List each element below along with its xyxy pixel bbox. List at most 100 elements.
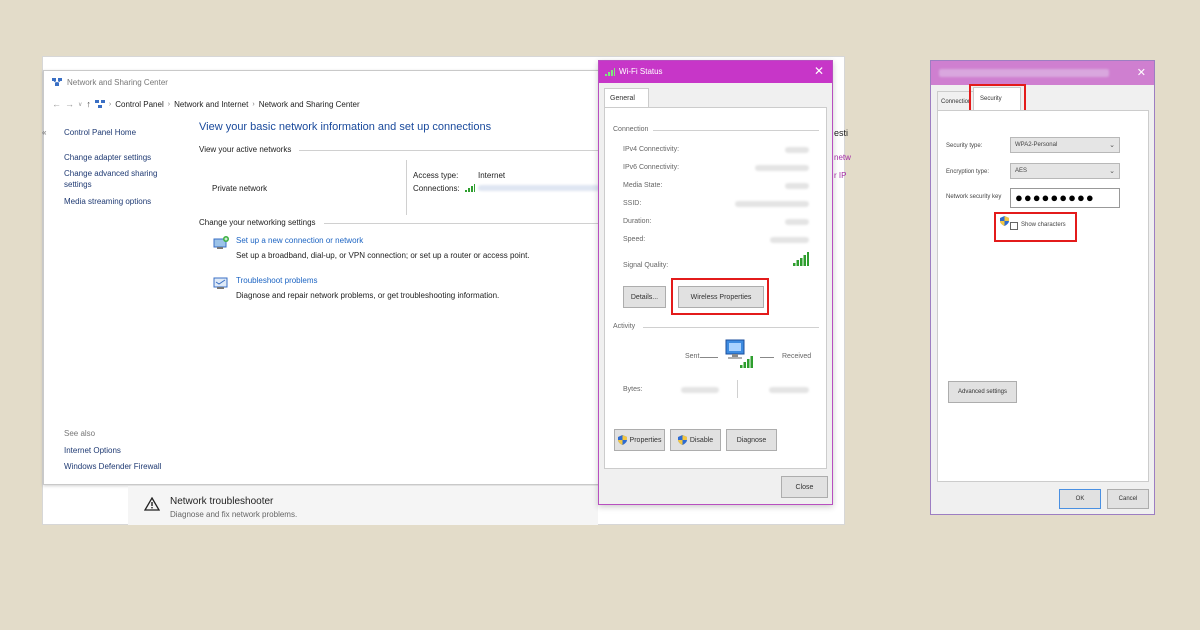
network-key-label: Network security key xyxy=(946,194,1002,200)
background-fragment: « xyxy=(42,128,47,137)
sent-label: Sent xyxy=(685,353,700,360)
encryption-type-select[interactable]: AES ⌄ xyxy=(1010,163,1120,179)
page-title: View your basic network information and … xyxy=(199,121,492,133)
dialog-title-redacted xyxy=(939,69,1109,77)
details-button[interactable]: Details... xyxy=(623,286,666,308)
dialog-titlebar[interactable]: Wi-Fi Status ✕ xyxy=(599,61,832,83)
change-settings-label: Change your networking settings xyxy=(199,218,316,227)
ipv4-label: IPv4 Connectivity: xyxy=(623,146,680,153)
see-also-firewall[interactable]: Windows Defender Firewall xyxy=(64,462,161,472)
task-troubleshoot-link[interactable]: Troubleshoot problems xyxy=(236,276,318,285)
diagnose-button[interactable]: Diagnose xyxy=(726,429,777,451)
disable-button[interactable]: Disable xyxy=(670,429,721,451)
ssid-label: SSID: xyxy=(623,200,642,207)
network-troubleshooter-panel[interactable]: Network troubleshooter Diagnose and fix … xyxy=(128,486,598,525)
breadcrumb-item[interactable]: Network and Internet xyxy=(174,100,248,109)
signal-bars-icon xyxy=(605,68,615,76)
connection-link-redacted[interactable] xyxy=(478,185,600,191)
chevron-right-icon: › xyxy=(252,100,255,108)
new-connection-icon xyxy=(213,236,229,249)
close-icon[interactable]: ✕ xyxy=(1137,66,1146,79)
task-troubleshoot-desc: Diagnose and repair network problems, or… xyxy=(236,291,500,300)
sidebar-link-advanced-sharing[interactable]: Change advanced sharing xyxy=(64,169,157,179)
shield-icon xyxy=(617,435,627,445)
security-pane: Security type: WPA2-Personal ⌄ Encryptio… xyxy=(937,110,1149,482)
speed-label: Speed: xyxy=(623,236,646,243)
troubleshooter-title: Network troubleshooter xyxy=(170,496,274,507)
window-title-text: Network and Sharing Center xyxy=(67,77,168,87)
wireless-properties-dialog: ✕ Connection Security Security type: WPA… xyxy=(930,60,1155,515)
cancel-button[interactable]: Cancel xyxy=(1107,489,1149,509)
divider xyxy=(406,160,407,215)
divider xyxy=(643,327,819,328)
wifi-status-dialog: Wi-Fi Status ✕ General Connection IPv4 C… xyxy=(598,60,833,505)
properties-button[interactable]: Properties xyxy=(614,429,665,451)
see-also-internet-options[interactable]: Internet Options xyxy=(64,446,121,456)
general-pane: Connection IPv4 Connectivity: IPv6 Conne… xyxy=(604,107,827,469)
control-panel-icon xyxy=(94,100,105,108)
media-state-label: Media State: xyxy=(623,182,663,189)
sidebar-link-media-streaming[interactable]: Media streaming options xyxy=(64,197,151,207)
dialog-title: Wi-Fi Status xyxy=(619,67,663,76)
divider xyxy=(299,150,609,151)
window-title: Network and Sharing Center xyxy=(52,77,168,87)
ok-button[interactable]: OK xyxy=(1059,489,1101,509)
sidebar-link-control-panel-home[interactable]: Control Panel Home xyxy=(64,128,136,138)
access-type-label: Access type: xyxy=(413,171,459,180)
bytes-label: Bytes: xyxy=(623,386,643,393)
received-line xyxy=(760,357,774,358)
computer-activity-icon xyxy=(725,339,753,368)
close-button[interactable]: Close xyxy=(781,476,828,498)
breadcrumb-item[interactable]: Control Panel xyxy=(115,100,163,109)
bytes-received-redacted xyxy=(769,387,809,393)
active-networks-label: View your active networks xyxy=(199,145,292,154)
troubleshoot-icon xyxy=(213,277,228,289)
forward-arrow-icon[interactable]: → xyxy=(65,99,74,109)
task-new-connection-link[interactable]: Set up a new connection or network xyxy=(236,236,363,245)
speed-value-redacted xyxy=(770,237,809,243)
ssid-value-redacted xyxy=(735,201,809,207)
chevron-right-icon: › xyxy=(167,100,171,108)
chevron-right-icon: › xyxy=(108,100,112,108)
security-type-select[interactable]: WPA2-Personal ⌄ xyxy=(1010,137,1120,153)
breadcrumb-item[interactable]: Network and Sharing Center xyxy=(259,100,360,109)
signal-quality-label: Signal Quality: xyxy=(623,262,669,269)
received-label: Received xyxy=(782,353,812,360)
warning-icon xyxy=(144,497,160,511)
duration-value-redacted xyxy=(785,219,809,225)
close-icon[interactable]: ✕ xyxy=(814,64,824,78)
background-fragment: r IP xyxy=(834,171,847,180)
bytes-sent-redacted xyxy=(681,387,719,393)
properties-button-label: Properties xyxy=(629,436,662,444)
ipv4-value-redacted xyxy=(785,147,809,153)
media-state-value-redacted xyxy=(785,183,809,189)
connections-label: Connections: xyxy=(413,184,460,193)
back-arrow-icon[interactable]: ← xyxy=(52,99,61,109)
background-fragment: esti xyxy=(834,128,849,138)
network-name: Private network xyxy=(212,184,268,193)
signal-bars-icon xyxy=(465,184,475,192)
tab-general[interactable]: General xyxy=(604,88,649,108)
dialog-titlebar[interactable]: ✕ xyxy=(931,61,1154,85)
signal-strength-icon xyxy=(793,252,809,266)
see-also-label: See also xyxy=(64,429,96,438)
advanced-settings-button[interactable]: Advanced settings xyxy=(948,381,1017,403)
network-icon xyxy=(52,78,62,86)
divider xyxy=(737,380,738,398)
divider xyxy=(324,223,609,224)
ipv6-value-redacted xyxy=(755,165,809,171)
disable-button-label: Disable xyxy=(689,436,714,444)
up-arrow-icon[interactable]: ↑ xyxy=(86,99,91,109)
troubleshooter-subtitle: Diagnose and fix network problems. xyxy=(170,510,298,519)
sidebar-link-advanced-sharing-line2[interactable]: settings xyxy=(64,180,92,190)
sent-line xyxy=(700,357,718,358)
divider xyxy=(653,130,819,131)
dropdown-chevron-icon[interactable]: ∨ xyxy=(78,101,82,108)
ipv6-label: IPv6 Connectivity: xyxy=(623,164,680,171)
chevron-down-icon: ⌄ xyxy=(1109,142,1115,149)
address-bar: ← → ∨ ↑ › Control Panel › Network and In… xyxy=(52,99,360,109)
chevron-down-icon: ⌄ xyxy=(1109,168,1115,175)
connection-section-label: Connection xyxy=(613,126,649,133)
sidebar-link-change-adapter[interactable]: Change adapter settings xyxy=(64,153,151,163)
network-key-input[interactable]: ●●●●●●●●● xyxy=(1010,188,1120,208)
